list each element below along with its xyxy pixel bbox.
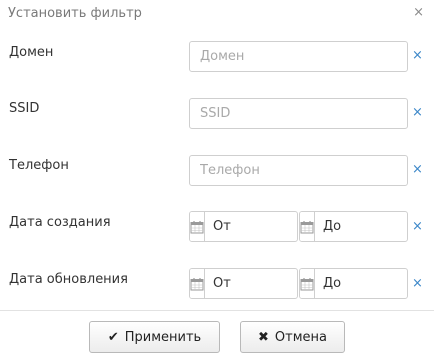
updated-to-date[interactable]: [299, 268, 408, 299]
created-to-date[interactable]: [299, 211, 408, 242]
domain-input[interactable]: [189, 41, 408, 72]
calendar-icon[interactable]: [300, 212, 315, 241]
calendar-icon[interactable]: [190, 212, 205, 241]
updated-clear-icon[interactable]: ×: [412, 277, 423, 290]
created-from-date[interactable]: [189, 211, 298, 242]
cancel-button-label: Отмена: [274, 329, 327, 345]
domain-label: Домен: [9, 45, 54, 60]
apply-button[interactable]: ✔ Применить: [89, 321, 220, 353]
updated-to-input[interactable]: [315, 269, 407, 298]
close-icon: ✖: [258, 329, 269, 345]
apply-button-label: Применить: [124, 329, 202, 345]
updated-from-date[interactable]: [189, 268, 298, 299]
updated-from-input[interactable]: [205, 269, 297, 298]
ssid-clear-icon[interactable]: ×: [412, 106, 423, 119]
close-icon[interactable]: ×: [413, 5, 424, 20]
filter-dialog: Установить фильтр × Домен × SSID × Телеф…: [0, 0, 434, 360]
domain-clear-icon[interactable]: ×: [412, 49, 423, 62]
phone-input[interactable]: [189, 155, 408, 186]
calendar-icon[interactable]: [300, 269, 315, 298]
dialog-header: Установить фильтр ×: [0, 0, 434, 32]
phone-label: Телефон: [9, 158, 69, 173]
ssid-label: SSID: [9, 101, 40, 116]
created-to-input[interactable]: [315, 212, 407, 241]
phone-clear-icon[interactable]: ×: [412, 163, 423, 176]
check-icon: ✔: [107, 329, 119, 345]
footer-divider: [0, 310, 434, 311]
dialog-title: Установить фильтр: [8, 6, 142, 21]
created-from-input[interactable]: [205, 212, 297, 241]
cancel-button[interactable]: ✖ Отмена: [240, 321, 345, 353]
created-date-label: Дата создания: [9, 215, 111, 230]
created-clear-icon[interactable]: ×: [412, 220, 423, 233]
calendar-icon[interactable]: [190, 269, 205, 298]
updated-date-label: Дата обновления: [9, 272, 128, 287]
ssid-input[interactable]: [189, 98, 408, 129]
